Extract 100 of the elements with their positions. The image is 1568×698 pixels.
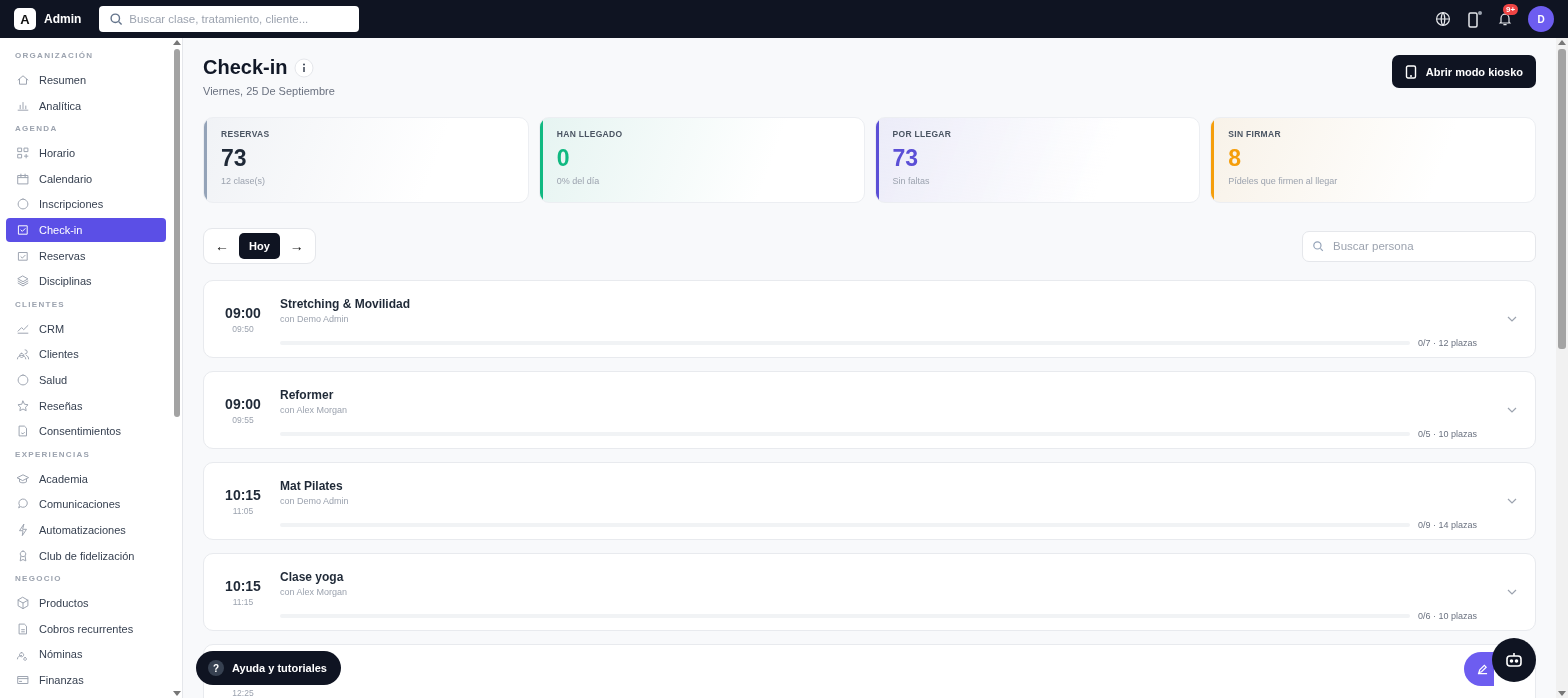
stat-value: 73 xyxy=(892,145,920,172)
start-time: 09:00 xyxy=(224,395,262,412)
home-icon xyxy=(16,73,30,87)
sidebar-item[interactable]: Club de fidelización xyxy=(6,543,166,568)
next-day-button[interactable]: → xyxy=(284,238,309,254)
sidebar-item[interactable]: Finanzas xyxy=(6,667,166,692)
stat-note: Pídeles que firmen al llegar xyxy=(1228,176,1339,186)
pencil-icon xyxy=(1477,663,1488,675)
stat-note: 0% del día xyxy=(556,176,601,186)
previous-day-button[interactable]: ← xyxy=(210,238,234,254)
section-heading: EXPERIENCIAS xyxy=(14,448,92,461)
class-card[interactable]: 10:15 11:15 Clase yoga con Alex Morgan 0/6 · 10 plazas xyxy=(203,553,1536,631)
sidebar-item[interactable]: Analítica xyxy=(6,93,166,118)
class-name: Stretching & Movilidad xyxy=(280,296,411,311)
end-time: 11:05 xyxy=(231,505,255,516)
sidebar-item[interactable]: Academia xyxy=(6,466,166,491)
grid-plus-icon xyxy=(16,146,30,161)
teacher-name: con Demo Admin xyxy=(280,495,350,506)
end-time: 09:55 xyxy=(231,414,255,425)
brand-name: Admin xyxy=(44,12,82,26)
sidebar-item[interactable]: Salud xyxy=(6,367,166,392)
capacity-label: 0/6 · 10 plazas xyxy=(1417,610,1477,621)
stat-label: POR LLEGAR xyxy=(892,129,953,139)
layers-icon xyxy=(16,274,30,289)
stat-note: 12 clase(s) xyxy=(221,176,266,186)
sidebar-item[interactable]: Automatizaciones xyxy=(6,517,166,542)
stat-value: 0 xyxy=(556,145,571,172)
sidebar-item[interactable]: Calendario xyxy=(6,166,166,191)
sidebar-item[interactable]: Productos xyxy=(6,591,166,616)
section-heading: AGENDA xyxy=(14,123,59,136)
search-icon xyxy=(1312,240,1324,252)
bell-icon[interactable] xyxy=(1497,11,1513,27)
start-time: 09:00 xyxy=(224,304,262,321)
stat-value: 8 xyxy=(1228,145,1243,172)
document-icon xyxy=(16,424,30,439)
teacher-name: con Demo Admin xyxy=(280,313,350,324)
sidebar-item[interactable]: CRM xyxy=(6,316,166,341)
sidebar-item[interactable]: Reservas xyxy=(6,243,166,268)
stat-label: HAN LLEGADO xyxy=(556,129,624,139)
sidebar-item[interactable]: Resumen xyxy=(6,68,166,92)
sidebar-item[interactable]: Check-in xyxy=(6,217,166,242)
person-search-field[interactable]: Buscar persona xyxy=(1302,230,1536,262)
page-title: Check-in xyxy=(203,56,288,79)
notification-badge: 9+ xyxy=(1503,4,1519,15)
teacher-name: con Alex Morgan xyxy=(280,586,349,597)
graduation-cap-icon xyxy=(16,471,30,486)
sidebar-item[interactable]: Horario xyxy=(6,141,166,166)
date-label: Viernes, 25 De Septiembre xyxy=(203,85,335,97)
sidebar-item[interactable]: Clientes xyxy=(6,342,166,367)
calendar-icon xyxy=(16,171,30,186)
stat-label: SIN FIRMAR xyxy=(1228,129,1282,139)
scrollbar[interactable] xyxy=(1556,38,1568,698)
logo[interactable]: A xyxy=(14,8,36,30)
box-icon xyxy=(16,596,30,611)
chevron-down-icon[interactable] xyxy=(1507,498,1517,504)
phone-icon[interactable] xyxy=(1466,10,1482,28)
search-field[interactable]: Buscar clase, tratamiento, cliente... xyxy=(99,6,360,32)
class-card[interactable]: 10:15 11:05 Mat Pilates con Demo Admin 0/9 · 14 plazas xyxy=(203,462,1536,540)
chevron-down-icon[interactable] xyxy=(1507,316,1517,322)
start-time: 10:15 xyxy=(224,486,262,503)
info-icon[interactable] xyxy=(294,57,315,78)
sidebar-item[interactable]: Reseñas xyxy=(6,393,166,418)
kiosk-button[interactable]: Abrir modo kiosko xyxy=(1391,55,1536,88)
capacity-label: 0/7 · 12 plazas xyxy=(1417,337,1477,348)
sidebar-item[interactable]: Inscripciones xyxy=(6,192,166,217)
end-time: 11:15 xyxy=(231,596,255,607)
sidebar-item[interactable]: Comunicaciones xyxy=(6,492,166,517)
section-heading: CLIENTES xyxy=(14,298,66,311)
class-name: Reformer xyxy=(280,387,335,402)
class-card[interactable]: 09:00 09:50 Stretching & Movilidad con Demo Admin 0/7 · 12 plazas xyxy=(203,280,1536,358)
end-time: 09:50 xyxy=(231,323,255,334)
scrollbar[interactable] xyxy=(172,38,182,698)
capacity-label: 0/9 · 14 plazas xyxy=(1417,519,1477,530)
today-button[interactable]: Hoy xyxy=(239,233,280,259)
stat-value: 73 xyxy=(221,145,248,172)
capacity-label: 0/5 · 10 plazas xyxy=(1417,428,1477,439)
lightning-icon xyxy=(16,522,30,537)
chevron-down-icon[interactable] xyxy=(1507,407,1517,413)
section-heading: ORGANIZACIÓN xyxy=(14,50,95,62)
star-icon xyxy=(16,398,30,413)
robot-icon xyxy=(1505,652,1523,668)
stat-note: Sin faltas xyxy=(892,176,931,186)
sidebar-item[interactable]: Cobros recurrentes xyxy=(6,616,166,641)
chatbot-button[interactable] xyxy=(1492,638,1536,682)
class-card[interactable]: 09:00 09:55 Reformer con Alex Morgan 0/5 · 10 plazas xyxy=(203,371,1536,449)
sidebar-item[interactable]: Nóminas xyxy=(6,642,166,667)
search-icon xyxy=(109,12,124,26)
chevron-down-icon[interactable] xyxy=(1507,589,1517,595)
class-name: Clase yoga xyxy=(280,569,345,584)
help-button[interactable]: ? Ayuda y tutoriales xyxy=(196,651,341,685)
class-name: Mat Pilates xyxy=(280,478,344,493)
tablet-icon xyxy=(1404,64,1417,79)
sidebar-item[interactable]: Consentimientos xyxy=(6,419,166,444)
end-time: 12:25 xyxy=(231,688,255,698)
sidebar-item[interactable]: Disciplinas xyxy=(6,269,166,294)
globe-icon[interactable] xyxy=(1435,11,1451,27)
stat-label: RESERVAS xyxy=(221,129,271,139)
user-avatar[interactable]: D xyxy=(1528,6,1554,32)
document-icon xyxy=(16,621,30,636)
section-heading: NEGOCIO xyxy=(14,573,63,586)
